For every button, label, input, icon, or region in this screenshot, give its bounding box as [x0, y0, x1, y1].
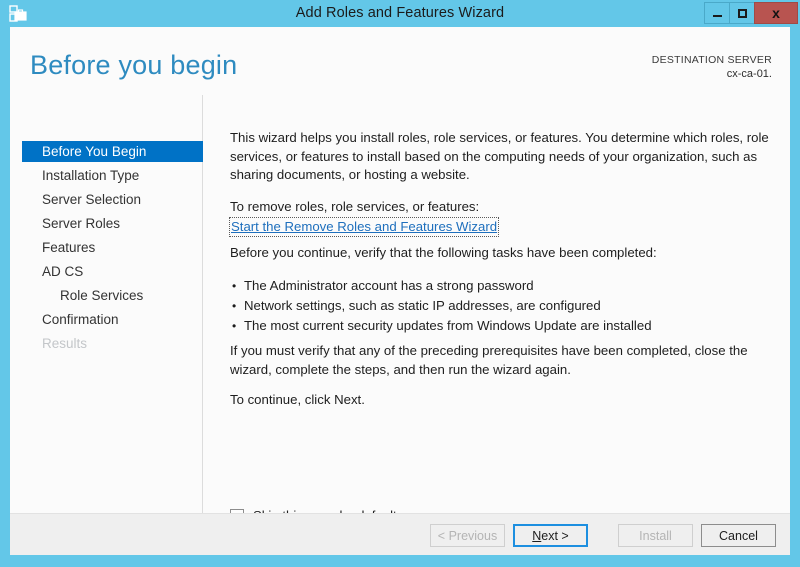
list-item: Network settings, such as static IP addr…	[230, 296, 775, 316]
list-item: The Administrator account has a strong p…	[230, 276, 775, 296]
minimize-button[interactable]	[704, 2, 729, 24]
sidebar-item-installation-type[interactable]: Installation Type	[22, 165, 203, 186]
next-label-rest: ext >	[541, 528, 569, 543]
prerequisite-paragraph: If you must verify that any of the prece…	[230, 343, 748, 377]
sidebar-item-role-services[interactable]: Role Services	[22, 285, 203, 306]
sidebar-item-server-roles[interactable]: Server Roles	[22, 213, 203, 234]
cancel-button[interactable]: Cancel	[701, 524, 776, 547]
remove-roles-label: To remove roles, role services, or featu…	[230, 199, 480, 214]
page-title: Before you begin	[30, 50, 238, 80]
previous-button: < Previous	[430, 524, 505, 547]
sidebar-item-server-selection[interactable]: Server Selection	[22, 189, 203, 210]
start-remove-wizard-link[interactable]: Start the Remove Roles and Features Wiza…	[229, 217, 500, 237]
next-button[interactable]: Next >	[513, 524, 588, 547]
wizard-nav-pane: Before You Begin Installation Type Serve…	[10, 95, 203, 513]
destination-server-value: cx-ca-01.	[726, 68, 772, 80]
verify-tasks-label: Before you continue, verify that the fol…	[230, 245, 657, 260]
sidebar-item-results: Results	[42, 336, 88, 351]
minimize-icon	[712, 14, 722, 17]
footer-button-row: < Previous Next > Install Cancel	[430, 524, 776, 547]
wizard-content-pane: This wizard helps you install roles, rol…	[214, 95, 776, 513]
sidebar-item-features[interactable]: Features	[22, 237, 203, 258]
wizard-header: Before you begin DESTINATION SERVER cx-c…	[10, 27, 790, 95]
intro-paragraph: This wizard helps you install roles, rol…	[230, 130, 769, 182]
window-title: Add Roles and Features Wizard	[295, 5, 505, 21]
prerequisite-list: The Administrator account has a strong p…	[230, 276, 775, 336]
maximize-icon	[737, 8, 747, 18]
destination-server-label: DESTINATION SERVER	[651, 54, 772, 66]
title-bar: Add Roles and Features Wizard x	[0, 0, 800, 27]
sidebar-item-before-you-begin[interactable]: Before You Begin	[22, 141, 203, 162]
wizard-client-area: Before you begin DESTINATION SERVER cx-c…	[10, 27, 790, 555]
close-icon: x	[772, 5, 780, 21]
window-controls: x	[704, 2, 798, 24]
list-item: The most current security updates from W…	[230, 316, 775, 336]
destination-server-block: DESTINATION SERVER cx-ca-01.	[652, 53, 772, 82]
wizard-window: Add Roles and Features Wizard x Before y…	[0, 0, 800, 567]
maximize-button[interactable]	[729, 2, 754, 24]
sidebar-item-ad-cs[interactable]: AD CS	[22, 261, 203, 282]
sidebar-item-confirmation[interactable]: Confirmation	[22, 309, 203, 330]
continue-paragraph: To continue, click Next.	[230, 392, 365, 407]
next-accelerator: N	[532, 528, 542, 543]
wizard-footer: < Previous Next > Install Cancel	[10, 513, 790, 555]
install-button: Install	[618, 524, 693, 547]
close-button[interactable]: x	[754, 2, 798, 24]
